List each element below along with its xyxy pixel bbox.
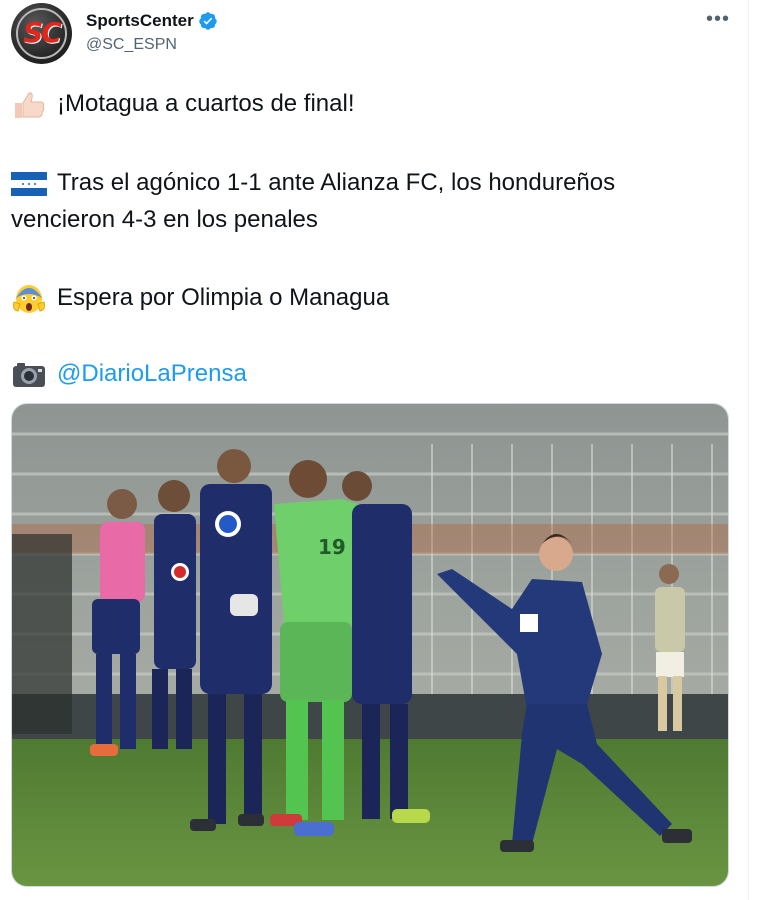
tweet-body-line-1: Tras el agónico 1-1 ante Alianza FC, los… — [57, 169, 616, 196]
tweet-card: SC SportsCenter @SC_ESPN ••• ¡Motagua a … — [0, 0, 749, 900]
screaming-face-icon — [13, 284, 45, 313]
avatar-logo: SC — [23, 16, 62, 49]
tweet-text-line: Tras el agónico 1-1 ante Alianza FC, los… — [11, 165, 615, 201]
tweet-text-line: vencieron 4-3 en los penales — [11, 202, 318, 238]
author-name-row: SportsCenter — [86, 11, 218, 31]
tweet-body-line-3: Espera por Olimpia o Managua — [57, 284, 390, 311]
tweet-text-line: @DiarioLaPrensa — [11, 356, 247, 392]
more-options-icon[interactable]: ••• — [706, 8, 730, 31]
honduras-flag-icon — [11, 171, 47, 196]
photo-canvas: 19 — [12, 404, 728, 886]
tweet-text-line: Espera por Olimpia o Managua — [11, 280, 389, 316]
svg-text:19: 19 — [318, 535, 346, 559]
thumbs-up-icon — [15, 92, 45, 118]
avatar[interactable]: SC — [11, 3, 72, 64]
mention-link[interactable]: @DiarioLaPrensa — [57, 360, 247, 387]
tweet-headline: ¡Motagua a cuartos de final! — [57, 90, 355, 117]
author-name[interactable]: SportsCenter — [86, 11, 194, 31]
verified-badge-icon — [198, 12, 217, 30]
author-handle[interactable]: @SC_ESPN — [86, 36, 177, 54]
tweet-text-line: ¡Motagua a cuartos de final! — [11, 86, 355, 122]
camera-icon — [13, 362, 45, 387]
tweet-photo[interactable]: 19 — [11, 403, 729, 887]
tweet-body-line-2: vencieron 4-3 en los penales — [11, 206, 318, 233]
